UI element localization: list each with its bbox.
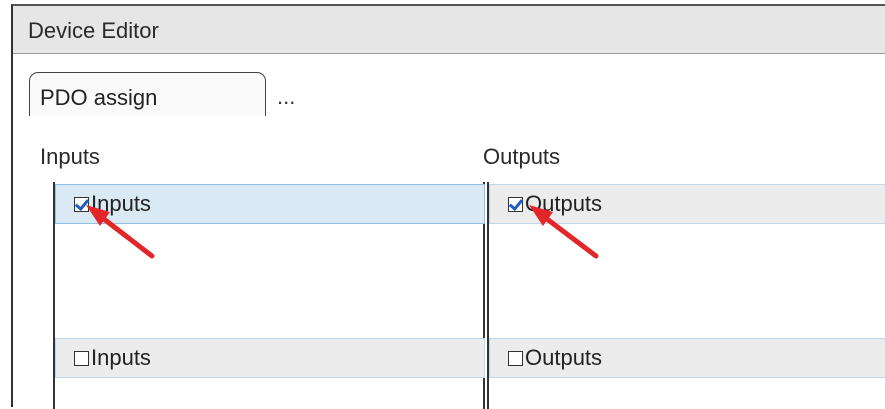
checkbox-unchecked[interactable] — [74, 350, 89, 366]
outputs-row-2[interactable]: Outputs — [489, 338, 885, 378]
outputs-row-1[interactable]: Outputs — [489, 184, 885, 224]
checkbox-checked[interactable] — [74, 196, 89, 212]
inputs-row-2[interactable]: Inputs — [55, 338, 485, 378]
inputs-row-1[interactable]: Inputs — [55, 184, 485, 224]
window-title: Device Editor — [28, 18, 159, 43]
row-label: Inputs — [91, 191, 151, 216]
tab-pdo-assign[interactable]: PDO assign — [29, 72, 266, 116]
checkbox-unchecked[interactable] — [508, 350, 523, 366]
outputs-list: Outputs Outputs — [487, 182, 885, 409]
outputs-section-title: Outputs — [483, 144, 561, 169]
more-tabs-ellipsis[interactable]: ... — [277, 84, 295, 110]
row-label: Inputs — [91, 345, 151, 370]
checkbox-checked[interactable] — [508, 196, 523, 212]
device-editor-window: Device Editor PDO assign ... Inputs Outp… — [11, 4, 885, 409]
row-label: Outputs — [525, 345, 603, 370]
tab-label: PDO assign — [40, 85, 158, 110]
inputs-section-title: Inputs — [40, 144, 100, 169]
row-label: Outputs — [525, 191, 603, 216]
title-bar: Device Editor — [13, 6, 885, 54]
inputs-list: Inputs Inputs — [53, 182, 485, 409]
